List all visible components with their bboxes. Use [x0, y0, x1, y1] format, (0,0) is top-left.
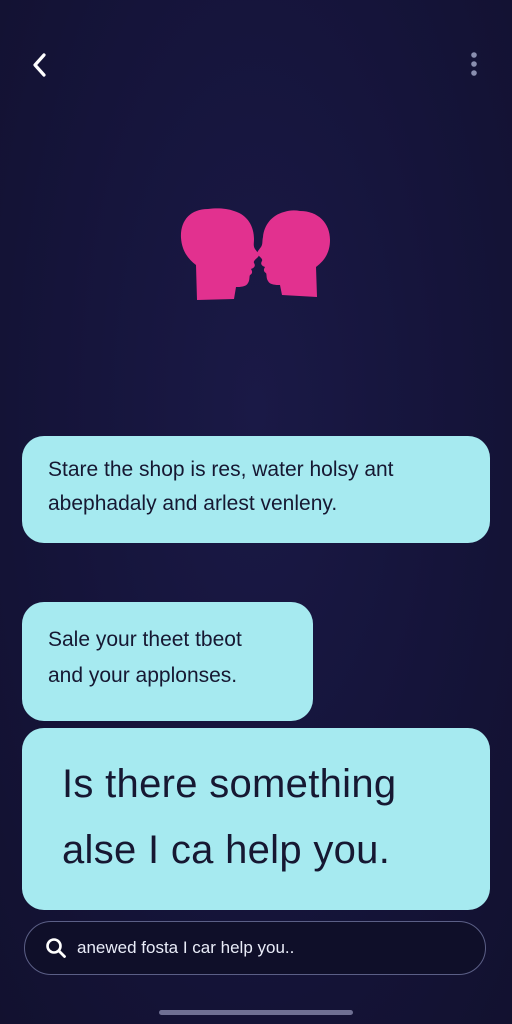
chevron-left-icon — [33, 53, 46, 77]
search-bar[interactable] — [24, 921, 486, 975]
message-text: Sale your theet tbeot and your applonses… — [48, 628, 242, 687]
two-faces-logo — [178, 205, 334, 305]
back-button[interactable] — [20, 45, 60, 85]
message-text: Stare the shop is res, water holsy ant a… — [48, 458, 394, 515]
message-text: Is there something alse I ca help you. — [62, 762, 397, 872]
more-options-button[interactable] — [454, 45, 494, 85]
message-bubble-large: Is there something alse I ca help you. — [22, 728, 490, 910]
two-faces-logo-icon — [180, 208, 330, 300]
search-icon — [43, 935, 69, 961]
message-bubble: Stare the shop is res, water holsy ant a… — [22, 436, 490, 543]
search-input[interactable] — [77, 938, 469, 958]
more-vertical-icon — [471, 52, 477, 76]
chat-screen: Stare the shop is res, water holsy ant a… — [0, 0, 512, 1024]
message-bubble: Sale your theet tbeot and your applonses… — [22, 602, 313, 721]
home-indicator[interactable] — [159, 1010, 353, 1015]
